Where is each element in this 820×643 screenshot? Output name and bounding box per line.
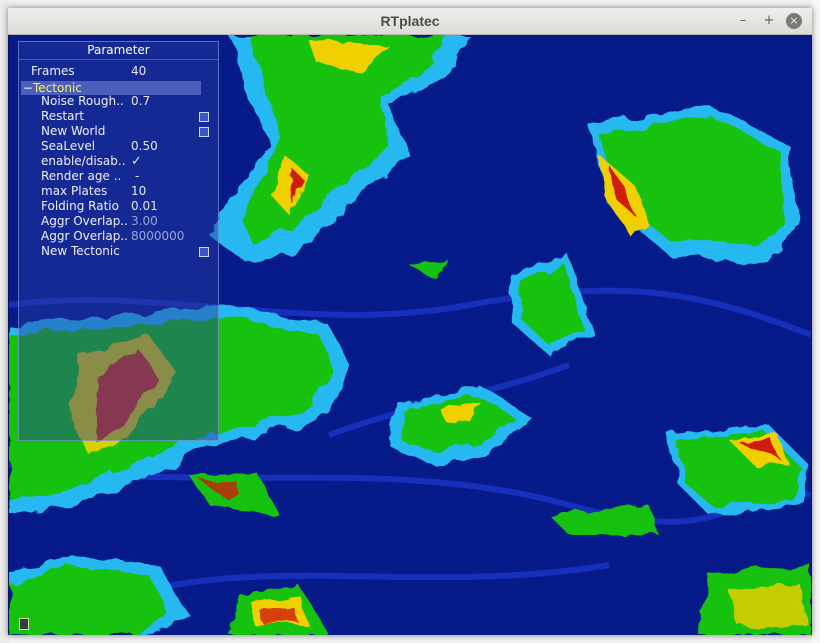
- folding-ratio-value[interactable]: 0.01: [131, 199, 158, 214]
- param-label: SeaLevel: [41, 139, 96, 153]
- noise-roughness-value[interactable]: 0.7: [131, 94, 150, 109]
- param-label: max Plates: [41, 184, 108, 198]
- param-label: New World: [41, 124, 106, 138]
- frames-label: Frames: [31, 64, 75, 78]
- max-plates-value[interactable]: 10: [131, 184, 146, 199]
- new-tectonic-checkbox[interactable]: [199, 247, 209, 257]
- param-label: Restart: [41, 109, 85, 123]
- window-title: RTplatec: [380, 13, 440, 29]
- tectonic-group-label: Tectonic: [33, 81, 82, 95]
- param-label: enable/disab..: [41, 154, 126, 168]
- rtplatec-window: RTplatec – + × Parameter Frames 40 − Tec…: [8, 8, 812, 635]
- param-label: Folding Ratio: [41, 199, 119, 213]
- aggr-overlap-abs-value[interactable]: 3.00: [131, 214, 158, 229]
- minimize-button[interactable]: –: [734, 12, 752, 30]
- param-label: Aggr Overlap..: [41, 229, 128, 243]
- title-bar[interactable]: RTplatec – + ×: [8, 8, 812, 35]
- restart-checkbox[interactable]: [199, 112, 209, 122]
- tectonic-group-header[interactable]: − Tectonic: [21, 81, 201, 95]
- check-icon[interactable]: ✓: [131, 154, 142, 169]
- background-window-right: [812, 0, 820, 643]
- sealevel-value[interactable]: 0.50: [131, 139, 158, 154]
- close-button[interactable]: ×: [786, 13, 802, 29]
- param-label: New Tectonic: [41, 244, 120, 258]
- new-world-checkbox[interactable]: [199, 127, 209, 137]
- aggr-overlap-rel-value[interactable]: 8000000: [131, 229, 184, 244]
- render-age-value[interactable]: -: [135, 169, 139, 184]
- param-label: Render age ..: [41, 169, 122, 183]
- parameter-panel: Parameter Frames 40 − Tectonic Noise Rou…: [18, 41, 219, 441]
- param-label: Noise Rough..: [41, 94, 124, 108]
- panel-title: Parameter: [19, 42, 218, 60]
- terrain-viewport[interactable]: Parameter Frames 40 − Tectonic Noise Rou…: [9, 35, 811, 635]
- help-icon[interactable]: [19, 618, 29, 630]
- maximize-button[interactable]: +: [760, 12, 778, 30]
- frames-value: 40: [131, 64, 147, 78]
- collapse-icon[interactable]: −: [23, 81, 33, 95]
- param-label: Aggr Overlap..: [41, 214, 128, 228]
